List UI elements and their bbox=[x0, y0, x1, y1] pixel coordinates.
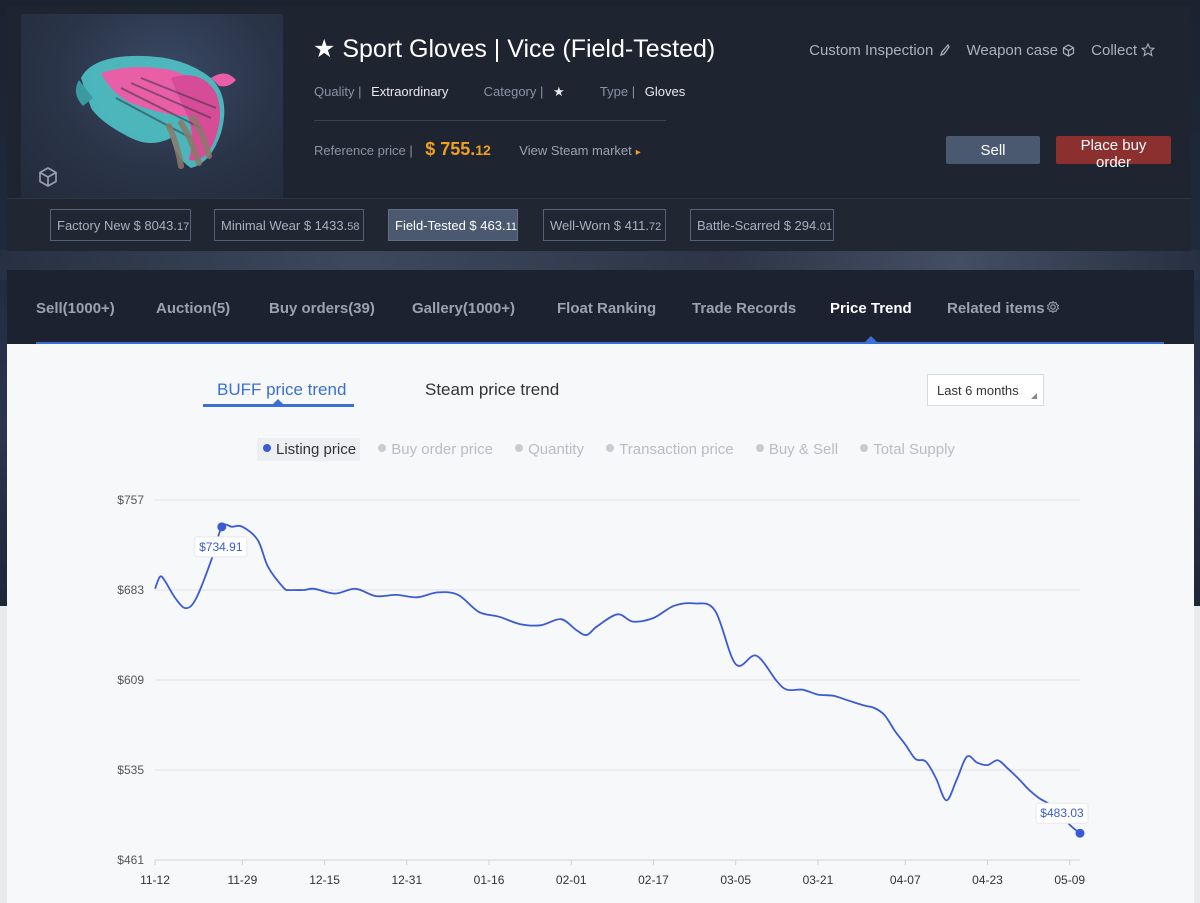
gear-icon bbox=[1046, 300, 1059, 314]
main-tabs: Sell(1000+) Auction(5) Buy orders(39) Ga… bbox=[7, 270, 1194, 344]
quality-label: Quality | bbox=[314, 84, 362, 99]
annotation-label: $734.91 bbox=[199, 540, 243, 554]
y-tick-label: $683 bbox=[117, 583, 144, 597]
annotation-point bbox=[217, 522, 227, 532]
annotation-label: $483.03 bbox=[1040, 806, 1084, 820]
x-tick-label: 11-12 bbox=[140, 873, 170, 887]
x-tick-label: 12-15 bbox=[309, 873, 340, 887]
chevron-right-icon: ▸ bbox=[635, 147, 641, 158]
category-value: ★ bbox=[553, 84, 565, 99]
x-tick-label: 11-29 bbox=[227, 873, 257, 887]
tab-gallery[interactable]: Gallery(1000+) bbox=[412, 300, 515, 317]
custom-inspection-link[interactable]: Custom Inspection bbox=[809, 42, 951, 59]
item-header: ★ Sport Gloves | Vice (Field-Tested) Qua… bbox=[7, 6, 1191, 198]
wear-option-minimal-wear[interactable]: Minimal Wear $ 1433.58 bbox=[214, 209, 364, 241]
x-tick-label: 04-23 bbox=[972, 873, 1003, 887]
item-title: ★ Sport Gloves | Vice (Field-Tested) bbox=[313, 35, 716, 63]
3d-preview-cube-icon[interactable] bbox=[37, 166, 59, 188]
tab-related-items[interactable]: Related items bbox=[947, 300, 1060, 317]
x-tick-label: 04-07 bbox=[890, 873, 921, 887]
wear-option-battle-scarred[interactable]: Battle-Scarred $ 294.01 bbox=[690, 209, 834, 241]
divider bbox=[314, 120, 666, 121]
price-trend-panel: BUFF price trend Steam price trend Last … bbox=[7, 344, 1194, 903]
reference-price-row: Reference price | $ 755.12 View Steam ma… bbox=[314, 139, 641, 160]
wear-selector: Factory New $ 8043.17 Minimal Wear $ 143… bbox=[7, 198, 1191, 251]
quality-value: Extraordinary bbox=[371, 84, 449, 99]
tab-float-ranking[interactable]: Float Ranking bbox=[557, 300, 656, 317]
x-tick-label: 03-05 bbox=[720, 873, 751, 887]
top-links: Custom Inspection Weapon case Collect bbox=[797, 42, 1156, 59]
weapon-case-link[interactable]: Weapon case bbox=[967, 42, 1075, 59]
x-tick-label: 05-09 bbox=[1054, 873, 1085, 887]
y-tick-label: $757 bbox=[117, 493, 144, 507]
item-thumbnail bbox=[21, 14, 283, 198]
wear-option-factory-new[interactable]: Factory New $ 8043.17 bbox=[50, 209, 191, 241]
sell-button[interactable]: Sell bbox=[946, 136, 1040, 164]
star-outline-icon bbox=[1140, 42, 1156, 57]
x-tick-label: 02-01 bbox=[556, 873, 587, 887]
x-tick-label: 01-16 bbox=[474, 873, 505, 887]
tab-trade-records[interactable]: Trade Records bbox=[692, 300, 796, 317]
case-cube-icon bbox=[1062, 44, 1075, 57]
tab-price-trend[interactable]: Price Trend bbox=[830, 300, 912, 317]
x-tick-label: 02-17 bbox=[638, 873, 669, 887]
type-label: Type | bbox=[599, 84, 636, 99]
item-meta: Quality | Extraordinary Category | ★ Typ… bbox=[314, 84, 685, 100]
wear-option-well-worn[interactable]: Well-Worn $ 411.72 bbox=[543, 209, 666, 241]
reference-price: $ 755.12 bbox=[425, 139, 491, 159]
collect-link[interactable]: Collect bbox=[1091, 42, 1156, 59]
view-steam-market-link[interactable]: View Steam market ▸ bbox=[519, 143, 641, 158]
tab-sell[interactable]: Sell(1000+) bbox=[36, 300, 115, 317]
annotation-point bbox=[1075, 828, 1085, 838]
reference-price-label: Reference price | bbox=[314, 143, 413, 158]
type-value: Gloves bbox=[644, 84, 686, 99]
series-line-listing-price bbox=[154, 523, 1081, 834]
sport-gloves-vice-image bbox=[75, 55, 236, 169]
category-label: Category | bbox=[483, 84, 544, 99]
y-tick-label: $609 bbox=[117, 673, 144, 687]
wear-option-field-tested[interactable]: Field-Tested $ 463.11 bbox=[388, 209, 518, 241]
x-tick-label: 03-21 bbox=[803, 873, 834, 887]
tab-auction[interactable]: Auction(5) bbox=[156, 300, 230, 317]
tab-buy-orders[interactable]: Buy orders(39) bbox=[269, 300, 375, 317]
x-tick-label: 12-31 bbox=[391, 873, 422, 887]
brush-icon bbox=[940, 43, 951, 57]
price-trend-chart[interactable]: $757 $683 $609 $535 $461 11-12 11-29 12-15 12-31… bbox=[7, 344, 1194, 903]
y-tick-label: $461 bbox=[117, 853, 144, 867]
y-tick-label: $535 bbox=[117, 763, 144, 777]
place-buy-order-button[interactable]: Place buy order bbox=[1056, 136, 1171, 171]
